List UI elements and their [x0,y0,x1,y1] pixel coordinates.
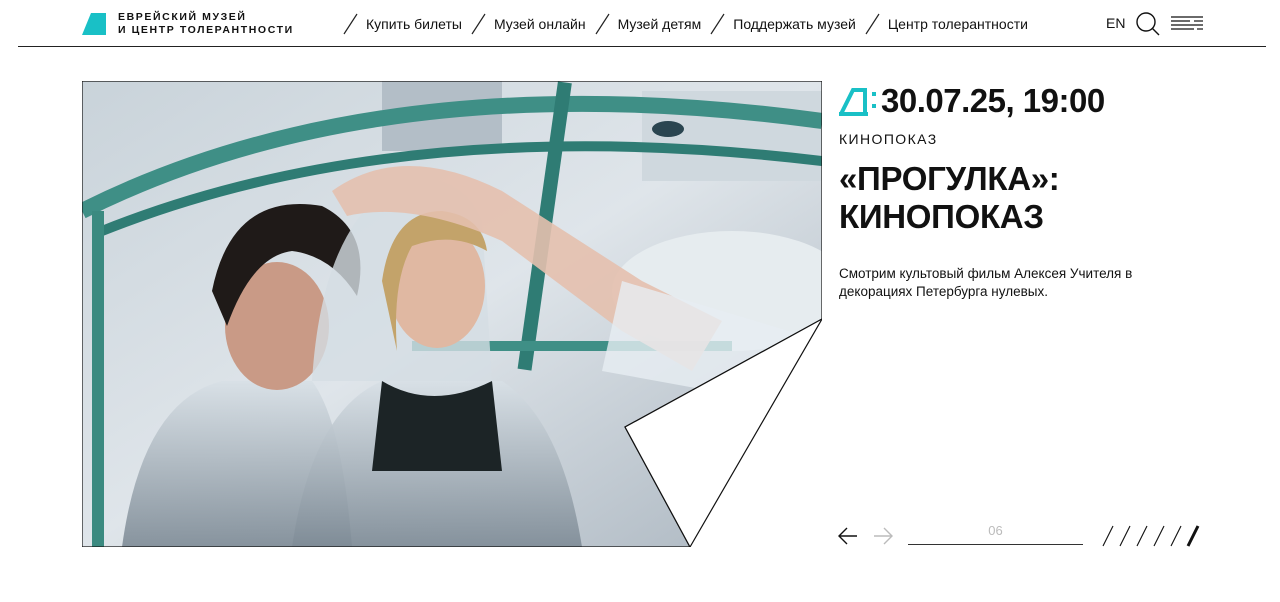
event-title[interactable]: «ПРОГУЛКА»: КИНОПОКАЗ [839,160,1139,236]
museum-logo[interactable]: ЕВРЕЙСКИЙ МУЗЕЙ И ЦЕНТР ТОЛЕРАНТНОСТИ [82,11,294,37]
event-date-row: 30.07.25, 19:00 [839,82,1105,120]
event-category: КИНОПОКАЗ [839,131,938,147]
nav-label: Поддержать музей [733,16,856,32]
event-title-line-1: «ПРОГУЛКА»: [839,160,1060,197]
nav-museum-kids[interactable]: Музей детям [594,13,710,35]
nav-label: Музей онлайн [493,16,586,32]
slash-divider-icon [471,13,486,35]
event-date: 30.07.25, 19:00 [881,82,1105,119]
logo-mark-icon [82,13,106,35]
pager-slash-1[interactable] [1100,524,1117,548]
logo-line-1: ЕВРЕЙСКИЙ МУЗЕЙ [118,11,247,23]
logo-line-2: И ЦЕНТР ТОЛЕРАНТНОСТИ [118,24,294,36]
pager-slash-5[interactable] [1168,524,1185,548]
nav-support-museum[interactable]: Поддержать музей [709,13,864,35]
nav-label: Центр толерантности [887,16,1028,32]
logo-text: ЕВРЕЙСКИЙ МУЗЕЙ И ЦЕНТР ТОЛЕРАНТНОСТИ [118,11,294,37]
nav-buy-tickets[interactable]: Купить билеты [342,13,470,35]
event-image[interactable] [82,81,822,547]
pager-slash-3[interactable] [1134,524,1151,548]
nav-label: Купить билеты [366,16,462,32]
site-header: ЕВРЕЙСКИЙ МУЗЕЙ И ЦЕНТР ТОЛЕРАНТНОСТИ Ку… [18,0,1266,47]
event-title-line-2: КИНОПОКАЗ [839,198,1044,235]
slash-divider-icon [595,13,610,35]
slide-pager [1100,524,1202,548]
slide-counter[interactable]: 06 [908,523,1083,545]
arrow-left-icon[interactable] [837,524,859,548]
pager-slash-4[interactable] [1151,524,1168,548]
nav-label: Музей детям [617,16,702,32]
pager-slash-2[interactable] [1117,524,1134,548]
language-switch[interactable]: EN [1106,15,1125,31]
nav-tolerance-center[interactable]: Центр толерантности [864,13,1036,35]
slash-divider-icon [343,13,358,35]
pager-slash-6[interactable] [1185,524,1202,548]
main-nav: Купить билеты Музей онлайн Музей детям П… [342,12,1036,36]
arrow-right-icon[interactable] [872,524,894,548]
slash-divider-icon [865,13,880,35]
search-icon[interactable] [1135,11,1161,37]
slash-divider-icon [710,13,725,35]
nav-museum-online[interactable]: Музей онлайн [470,13,594,35]
hamburger-menu-icon[interactable] [1170,14,1204,32]
film-still-image [82,81,822,547]
date-marker-icon [839,88,876,116]
event-description: Смотрим культовый фильм Алексея Учителя … [839,266,1133,299]
